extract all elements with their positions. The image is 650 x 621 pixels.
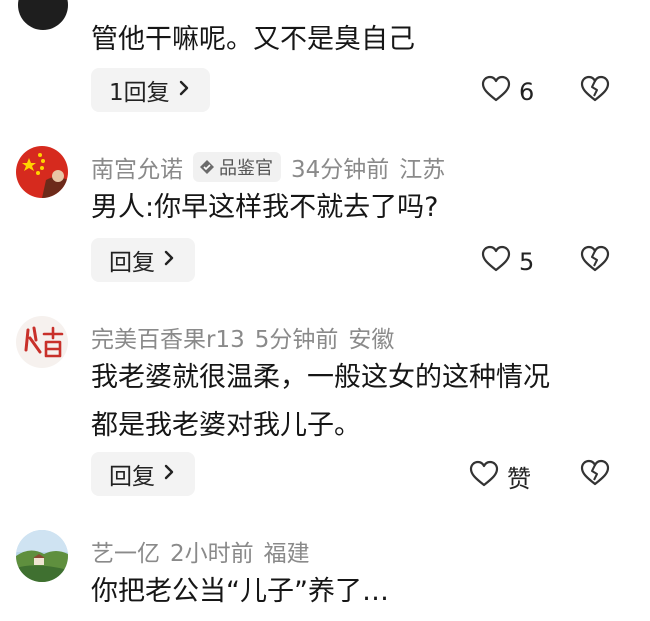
comment-text-line: 都是我老婆对我儿子。: [91, 410, 361, 441]
dislike-button[interactable]: [580, 459, 610, 491]
chevron-right-icon: [163, 247, 175, 273]
avatar[interactable]: [16, 530, 68, 582]
location: 江苏: [399, 157, 446, 183]
dislike-button[interactable]: [580, 75, 610, 107]
reply-label: 回复: [109, 464, 155, 490]
location: 福建: [263, 541, 310, 567]
badge-label: 品鉴官: [219, 158, 273, 179]
author-name[interactable]: 完美百香果r13: [91, 320, 245, 354]
comment-meta: 南宫允诺 品鉴官 34分钟前 江苏: [91, 150, 455, 184]
comment-text: 管他干嘛呢。又不是臭自己: [91, 24, 415, 55]
badge-icon: [200, 160, 214, 174]
comment-meta: 艺一亿 2小时前 福建: [91, 534, 320, 568]
comment-text: 男人:你早这样我不就去了吗?: [91, 192, 439, 223]
timestamp: 2小时前: [170, 541, 254, 567]
broken-heart-icon: [580, 459, 610, 486]
like-button[interactable]: 5: [481, 245, 534, 279]
comment-text: 你把老公当“儿子”养了…: [91, 576, 389, 607]
like-button[interactable]: 6: [481, 75, 534, 109]
heart-icon: [469, 460, 499, 494]
like-count: 5: [519, 248, 535, 276]
heart-icon: [481, 75, 511, 109]
avatar[interactable]: [16, 316, 68, 368]
reply-label: 1回复: [109, 80, 170, 106]
avatar[interactable]: [16, 146, 68, 198]
like-count: 6: [519, 78, 535, 106]
reply-label: 回复: [109, 250, 155, 276]
comment-text-line: 我老婆就很温柔，一般这女的这种情况: [91, 362, 550, 393]
status-badge: 品鉴官: [193, 152, 281, 182]
author-name[interactable]: 艺一亿: [91, 534, 160, 568]
broken-heart-icon: [580, 75, 610, 102]
reply-button[interactable]: 回复: [91, 238, 195, 282]
comment-meta: 完美百香果r13 5分钟前 安徽: [91, 320, 404, 354]
heart-icon: [481, 245, 511, 279]
like-button[interactable]: 赞: [469, 459, 531, 494]
chevron-right-icon: [178, 77, 190, 103]
broken-heart-icon: [580, 245, 610, 272]
timestamp: 5分钟前: [254, 327, 339, 353]
like-label: 赞: [507, 465, 531, 493]
chevron-right-icon: [163, 461, 175, 487]
reply-button[interactable]: 1回复: [91, 68, 210, 112]
dislike-button[interactable]: [580, 245, 610, 277]
author-name[interactable]: 南宫允诺: [91, 150, 183, 184]
location: 安徽: [348, 327, 395, 353]
timestamp: 34分钟前: [291, 157, 390, 183]
reply-button[interactable]: 回复: [91, 452, 195, 496]
avatar[interactable]: [18, 0, 68, 30]
